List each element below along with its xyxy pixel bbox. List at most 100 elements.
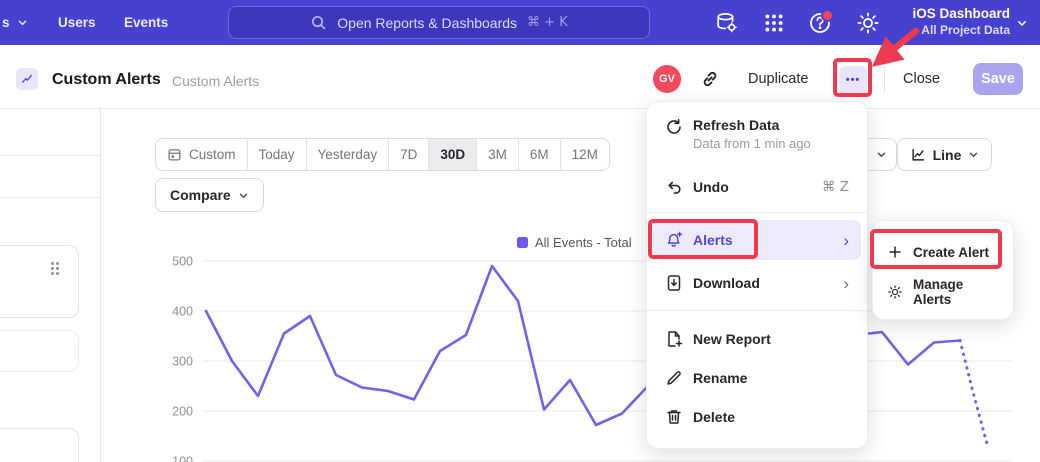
project-chevron-down-icon[interactable]: [1016, 17, 1028, 29]
submenu-chevron-icon: ›: [843, 232, 849, 249]
nav-item-events-label: Events: [124, 15, 168, 30]
query-builder-panel: [0, 108, 101, 462]
submenu-chevron-icon: ›: [843, 275, 849, 292]
nav-item-users[interactable]: Users: [58, 0, 96, 45]
query-builder-card[interactable]: [0, 245, 79, 318]
search-icon: [310, 14, 327, 31]
page-title: Custom Alerts: [52, 71, 161, 89]
svg-text:100: 100: [172, 455, 193, 462]
date-range-label: Today: [259, 147, 295, 162]
menu-item-label: Alerts: [693, 232, 733, 248]
submenu-item-label: Manage Alerts: [913, 277, 999, 307]
chevron-down-icon: [876, 149, 887, 160]
date-range-control: Custom Today Yesterday 7D 30D 3M 6M 12M: [155, 138, 610, 171]
nav-item-events[interactable]: Events: [124, 0, 168, 45]
date-range-label: 30D: [440, 147, 465, 162]
menu-divider: [647, 212, 867, 213]
alerts-submenu: Create Alert Manage Alerts: [872, 220, 1014, 320]
submenu-item-manage-alerts[interactable]: Manage Alerts: [873, 273, 1013, 311]
date-range-label: 12M: [572, 147, 598, 162]
chart-type-dropdown[interactable]: Line: [897, 138, 992, 171]
project-title: iOS Dashboard: [912, 5, 1010, 23]
date-range-yesterday[interactable]: Yesterday: [306, 139, 389, 170]
legend-item[interactable]: All Events - Total: [517, 235, 632, 250]
header-divider: [884, 66, 885, 94]
svg-text:400: 400: [172, 305, 193, 319]
menu-item-label: Rename: [693, 370, 747, 386]
help-icon[interactable]: [808, 11, 832, 35]
date-range-12m[interactable]: 12M: [560, 139, 609, 170]
date-range-label: 7D: [400, 147, 417, 162]
menu-item-alerts[interactable]: Alerts ›: [653, 220, 861, 260]
search-placeholder: Open Reports & Dashboards: [337, 15, 517, 31]
chevron-down-icon: [238, 190, 249, 201]
close-button[interactable]: Close: [903, 71, 940, 87]
duplicate-button[interactable]: Duplicate: [748, 71, 808, 87]
date-range-label: Yesterday: [318, 147, 378, 162]
menu-item-delete[interactable]: Delete: [647, 399, 867, 435]
data-management-icon[interactable]: [714, 11, 738, 35]
menu-item-download[interactable]: Download ›: [647, 264, 867, 302]
pencil-icon: [665, 369, 683, 387]
date-range-3m[interactable]: 3M: [476, 139, 518, 170]
svg-text:200: 200: [172, 405, 193, 419]
menu-item-label: Delete: [693, 409, 735, 425]
line-chart-icon: [910, 147, 926, 163]
search-shortcut: ⌘ + K: [527, 15, 568, 30]
refresh-icon: [665, 118, 683, 136]
legend-swatch: [517, 237, 528, 248]
submenu-item-label: Create Alert: [913, 245, 989, 260]
chevron-down-icon: [968, 149, 979, 160]
avatar[interactable]: GV: [653, 65, 681, 93]
plus-icon: [887, 244, 903, 260]
compare-label: Compare: [170, 187, 231, 203]
query-builder-card[interactable]: [0, 330, 79, 372]
settings-gear-icon[interactable]: [856, 11, 880, 35]
nav-item-truncated[interactable]: s: [2, 0, 28, 45]
copy-link-icon[interactable]: [700, 69, 720, 89]
download-icon: [665, 274, 683, 292]
menu-item-label: New Report: [693, 331, 771, 347]
gear-icon: [887, 284, 903, 300]
date-range-6m[interactable]: 6M: [518, 139, 560, 170]
menu-item-refresh-data[interactable]: Refresh Data Data from 1 min ago: [647, 115, 867, 159]
chart-type-label: Line: [933, 147, 962, 163]
undo-icon: [665, 178, 683, 196]
svg-text:300: 300: [172, 355, 193, 369]
project-switcher[interactable]: iOS Dashboard All Project Data: [912, 5, 1010, 38]
report-header: Custom Alerts Custom Alerts GV Duplicate…: [0, 45, 1040, 109]
date-range-30d[interactable]: 30D: [428, 139, 476, 170]
apps-grid-icon[interactable]: [762, 11, 786, 35]
more-options-button[interactable]: •••: [839, 66, 867, 94]
date-range-label: 6M: [530, 147, 549, 162]
date-range-today[interactable]: Today: [247, 139, 306, 170]
nav-item-users-label: Users: [58, 15, 96, 30]
menu-item-rename[interactable]: Rename: [647, 360, 867, 396]
new-report-icon: [665, 330, 683, 348]
compare-button[interactable]: Compare: [155, 178, 264, 212]
date-range-custom[interactable]: Custom: [156, 139, 247, 170]
menu-divider: [647, 310, 867, 311]
query-builder-card[interactable]: [0, 428, 79, 462]
trash-icon: [665, 408, 683, 426]
nav-item-truncated-label: s: [2, 15, 10, 30]
svg-text:500: 500: [172, 255, 193, 269]
notification-dot: [821, 9, 834, 22]
project-subtitle: All Project Data: [912, 23, 1010, 38]
panel-divider: [0, 197, 100, 198]
alert-bell-icon: [665, 231, 683, 249]
breadcrumb: Custom Alerts: [172, 73, 259, 89]
menu-item-undo[interactable]: Undo ⌘ Z: [647, 169, 867, 205]
save-button[interactable]: Save: [973, 63, 1023, 95]
menu-item-label: Download: [693, 275, 760, 291]
search-input[interactable]: Open Reports & Dashboards ⌘ + K: [228, 6, 650, 39]
menu-item-label: Undo: [693, 179, 729, 195]
report-type-icon: [16, 68, 38, 90]
drag-handle-icon[interactable]: [51, 262, 59, 275]
legend-label: All Events - Total: [535, 235, 632, 250]
menu-item-label: Refresh Data: [693, 117, 811, 133]
submenu-item-create-alert[interactable]: Create Alert: [873, 233, 1013, 271]
menu-item-new-report[interactable]: New Report: [647, 321, 867, 357]
date-range-7d[interactable]: 7D: [388, 139, 428, 170]
menu-item-sublabel: Data from 1 min ago: [693, 136, 811, 151]
